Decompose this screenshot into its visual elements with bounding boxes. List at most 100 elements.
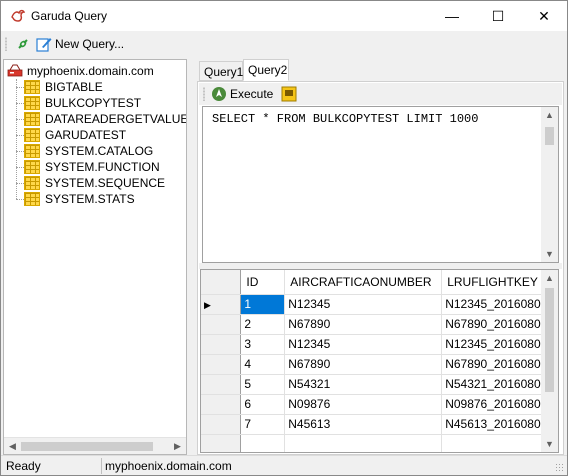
sql-editor-text[interactable]: SELECT * FROM BULKCOPYTEST LIMIT 1000: [212, 112, 478, 126]
app-window: Garuda Query — ☐ ✕ New Query... myphoeni…: [0, 0, 568, 476]
table-icon: [24, 112, 40, 126]
corner-header[interactable]: [201, 270, 242, 295]
grid-cell[interactable]: 2: [240, 314, 286, 335]
execute-button[interactable]: Execute: [230, 87, 273, 101]
grid-cell[interactable]: [240, 434, 286, 452]
row-header[interactable]: [201, 354, 242, 375]
row-header[interactable]: [201, 434, 242, 452]
grid-cell[interactable]: 7: [240, 414, 286, 435]
scroll-thumb[interactable]: [21, 442, 153, 451]
grid-cell[interactable]: N12345: [284, 334, 443, 355]
table-row[interactable]: 3 N12345 N12345_201608032: [201, 334, 558, 355]
tree-item-label: SYSTEM.CATALOG: [45, 144, 154, 158]
tab-query2[interactable]: Query2: [243, 59, 289, 81]
execute-icon[interactable]: [211, 86, 227, 102]
column-header-aircrafticaonumber[interactable]: AIRCRAFTICAONUMBER: [284, 270, 443, 295]
tree-guide-branch: [16, 103, 24, 104]
new-query-icon[interactable]: [36, 36, 52, 52]
tree-item-label: SYSTEM.SEQUENCE: [45, 176, 166, 190]
minimize-button[interactable]: —: [429, 1, 475, 31]
results-grid[interactable]: ID AIRCRAFTICAONUMBER LRUFLIGHTKEY ▶ 1 N…: [200, 269, 559, 453]
row-header[interactable]: [201, 334, 242, 355]
toolbar-grip[interactable]: [203, 87, 205, 101]
tree-guide-branch: [16, 151, 24, 152]
tree-item-system-function[interactable]: SYSTEM.FUNCTION: [24, 159, 160, 175]
column-header-id[interactable]: ID: [240, 270, 286, 295]
resize-grip[interactable]: [555, 463, 565, 473]
grid-cell[interactable]: N67890: [284, 354, 443, 375]
tree-item-system-sequence[interactable]: SYSTEM.SEQUENCE: [24, 175, 165, 191]
row-header[interactable]: [201, 314, 242, 335]
sql-editor[interactable]: SELECT * FROM BULKCOPYTEST LIMIT 1000 ▲ …: [202, 106, 559, 263]
tab-query1[interactable]: Query1: [199, 61, 243, 81]
scroll-thumb[interactable]: [545, 127, 554, 145]
tree-item-system-catalog[interactable]: SYSTEM.CATALOG: [24, 143, 153, 159]
toolbar-grip[interactable]: [5, 37, 7, 51]
tree-horizontal-scrollbar[interactable]: ◀ ▶: [4, 437, 186, 454]
editor-vertical-scrollbar[interactable]: ▲ ▼: [541, 107, 558, 262]
title-bar[interactable]: Garuda Query — ☐ ✕: [1, 1, 567, 31]
tree-item-bigtable[interactable]: BIGTABLE: [24, 79, 103, 95]
tree-root-node[interactable]: myphoenix.domain.com: [7, 63, 154, 79]
row-header[interactable]: [201, 374, 242, 395]
grid-cell[interactable]: 6: [240, 394, 286, 415]
tree-item-label: BULKCOPYTEST: [45, 96, 142, 110]
tree-item-bulkcopytest[interactable]: BULKCOPYTEST: [24, 95, 141, 111]
grid-cell[interactable]: N54321: [284, 374, 443, 395]
scroll-down-icon[interactable]: ▼: [541, 436, 558, 452]
tree-item-label: SYSTEM.FUNCTION: [45, 160, 160, 174]
scroll-up-icon[interactable]: ▲: [541, 270, 558, 286]
maximize-icon: ☐: [491, 7, 505, 24]
window-title: Garuda Query: [31, 9, 108, 23]
table-row[interactable]: [201, 434, 558, 452]
grid-vertical-scrollbar[interactable]: ▲ ▼: [541, 270, 558, 452]
grid-cell[interactable]: 3: [240, 334, 286, 355]
minimize-icon: —: [445, 8, 459, 24]
tree-root-label: myphoenix.domain.com: [27, 64, 154, 78]
scroll-thumb[interactable]: [545, 288, 554, 392]
tree-guide-branch: [16, 87, 24, 88]
table-row[interactable]: ▶ 1 N12345 N12345_201608032: [201, 294, 558, 315]
grid-cell[interactable]: N12345: [284, 294, 443, 315]
tree-item-label: DATAREADERGETVALUES: [45, 112, 187, 126]
grid-cell[interactable]: N45613: [284, 414, 443, 435]
schema-tree[interactable]: myphoenix.domain.com BIGTABLE BULKCOPYTE…: [3, 59, 187, 455]
tree-item-system-stats[interactable]: SYSTEM.STATS: [24, 191, 135, 207]
row-header[interactable]: [201, 414, 242, 435]
grid-cell[interactable]: N67890: [284, 314, 443, 335]
results-table: ID AIRCRAFTICAONUMBER LRUFLIGHTKEY ▶ 1 N…: [201, 270, 558, 452]
tree-item-datareadergetvalues[interactable]: DATAREADERGETVALUES: [24, 111, 187, 127]
grid-cell[interactable]: N09876: [284, 394, 443, 415]
main-toolbar: New Query...: [1, 31, 567, 57]
connect-icon[interactable]: [15, 36, 31, 52]
tree-item-garudatest[interactable]: GARUDATEST: [24, 127, 126, 143]
row-header[interactable]: [201, 394, 242, 415]
table-row[interactable]: 6 N09876 N09876_201608032: [201, 394, 558, 415]
grid-cell[interactable]: 5: [240, 374, 286, 395]
scroll-right-icon[interactable]: ▶: [170, 440, 185, 453]
new-query-button[interactable]: New Query...: [55, 37, 124, 51]
sql-script-icon[interactable]: [281, 86, 297, 102]
table-row[interactable]: 7 N45613 N45613_201608032: [201, 414, 558, 435]
table-icon: [24, 192, 40, 206]
grid-cell[interactable]: [284, 434, 443, 452]
server-icon: [7, 64, 23, 77]
close-icon: ✕: [538, 7, 550, 24]
scroll-up-icon[interactable]: ▲: [541, 107, 558, 123]
tree-item-label: BIGTABLE: [45, 80, 103, 94]
table-row[interactable]: 4 N67890 N67890_201608032: [201, 354, 558, 375]
table-icon: [24, 96, 40, 110]
vertical-splitter[interactable]: [188, 59, 197, 455]
close-button[interactable]: ✕: [521, 1, 567, 31]
maximize-button[interactable]: ☐: [475, 1, 521, 31]
grid-cell[interactable]: 1: [240, 294, 286, 315]
scroll-left-icon[interactable]: ◀: [5, 440, 20, 453]
table-row[interactable]: 5 N54321 N54321_201608032: [201, 374, 558, 395]
grid-cell[interactable]: 4: [240, 354, 286, 375]
row-header-current[interactable]: ▶: [201, 294, 242, 315]
scroll-down-icon[interactable]: ▼: [541, 246, 558, 262]
tree-guide-branch: [16, 183, 24, 184]
table-row[interactable]: 2 N67890 N67890_201608032: [201, 314, 558, 335]
tree-guide-line: [16, 79, 17, 199]
table-icon: [24, 160, 40, 174]
